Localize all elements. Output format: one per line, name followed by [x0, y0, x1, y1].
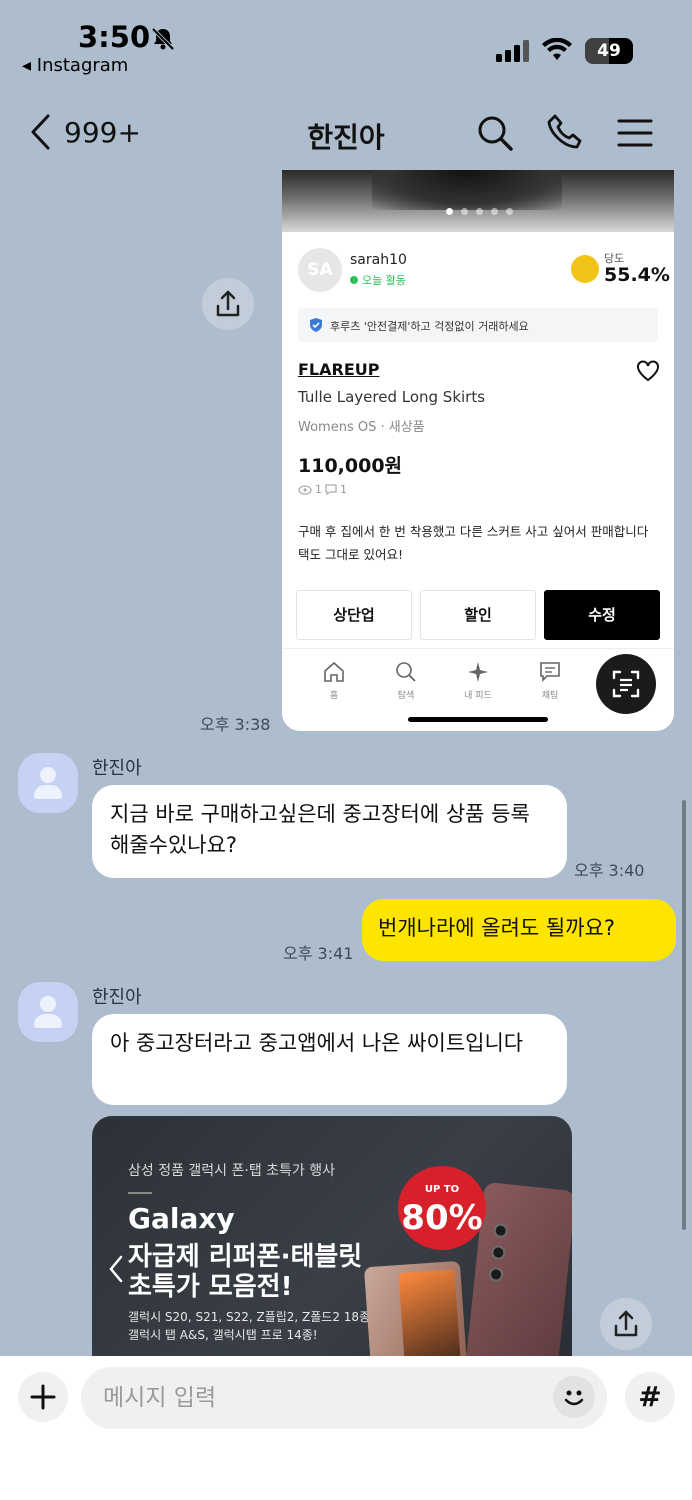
search-icon[interactable] — [476, 114, 514, 152]
received-message[interactable]: 아 중고장터라고 중고앱에서 나온 싸이트입니다 — [92, 1014, 567, 1105]
unread-count[interactable]: 999+ — [64, 116, 141, 149]
seller-activity: 오늘 활동 — [362, 274, 406, 287]
smiley-icon — [564, 1390, 584, 1406]
scan-text-icon — [612, 670, 640, 698]
seller-avatar: SA — [298, 248, 342, 292]
link-preview-card[interactable]: 삼성 정품 갤럭시 폰·탭 초특가 행사 Galaxy 자급제 리퍼폰·태블릿 … — [92, 1116, 572, 1376]
home-indicator — [408, 717, 548, 722]
scan-button — [596, 654, 656, 714]
nav-chat: 채팅 — [520, 660, 580, 701]
avatar[interactable] — [18, 982, 78, 1042]
sender-name: 한진아 — [92, 987, 142, 1008]
message-time: 오후 3:38 — [200, 715, 271, 734]
view-count: 1 — [315, 483, 322, 496]
battery-indicator: 49 — [585, 38, 633, 64]
safe-payment-text: 후루츠 '안전결제'하고 걱정없이 거래하세요 — [330, 320, 529, 333]
eye-icon — [298, 484, 312, 495]
promo-brand: Galaxy — [128, 1202, 235, 1235]
promo-headline-2: 초특가 모음전! — [128, 1272, 293, 1302]
status-time: 3:50 — [78, 20, 151, 54]
promo-detail-1: 갤럭시 S20, S21, S22, Z플립2, Z폴드2 18종! — [128, 1310, 375, 1324]
product-description: 구매 후 집에서 한 번 착용했고 다른 스커트 사고 싶어서 판매합니다 택도… — [298, 524, 649, 562]
nav-divider — [282, 648, 674, 649]
product-photo — [282, 170, 674, 232]
scrollbar[interactable] — [682, 800, 686, 1230]
avatar[interactable] — [18, 753, 78, 813]
hashtag-button[interactable]: # — [625, 1372, 675, 1422]
discount-button: 할인 — [420, 590, 536, 640]
shield-icon — [310, 318, 322, 332]
online-dot — [350, 276, 358, 284]
received-message[interactable]: 지금 바로 구매하고싶은데 중고장터에 상품 등록해줄수있나요? — [92, 785, 567, 878]
share-button[interactable] — [600, 1298, 652, 1350]
home-icon — [324, 661, 344, 682]
share-icon — [216, 290, 240, 317]
share-icon — [614, 1310, 638, 1337]
fruit-icon — [571, 255, 599, 283]
search-icon — [396, 662, 416, 682]
phone-call-icon[interactable] — [546, 113, 584, 151]
product-name: Tulle Layered Long Skirts — [298, 388, 486, 406]
nav-home: 홈 — [304, 660, 364, 701]
menu-icon[interactable] — [617, 118, 653, 148]
message-input[interactable] — [103, 1367, 543, 1429]
sender-name: 한진아 — [92, 758, 142, 779]
attach-button[interactable] — [18, 1372, 68, 1422]
bump-button: 상단업 — [296, 590, 412, 640]
nav-search: 탐색 — [376, 660, 436, 701]
comment-icon — [325, 484, 337, 495]
cellular-signal-icon — [496, 40, 529, 62]
share-button[interactable] — [202, 278, 254, 330]
message-field[interactable] — [81, 1367, 607, 1429]
product-price: 110,000원 — [298, 455, 403, 477]
promo-subtitle: 삼성 정품 갤럭시 폰·탭 초특가 행사 — [128, 1163, 336, 1179]
sweetness-value: 55.4% — [604, 264, 670, 286]
chat-icon — [540, 662, 560, 682]
edit-button: 수정 — [544, 590, 660, 640]
nav-feed: 내 피드 — [448, 660, 508, 701]
promo-divider — [128, 1192, 152, 1194]
back-chevron-icon[interactable] — [28, 112, 52, 152]
comment-count: 1 — [340, 483, 347, 496]
sent-message[interactable]: 번개나라에 올려도 될까요? — [362, 899, 676, 961]
plus-icon — [30, 1384, 56, 1410]
back-to-app-link[interactable]: ◂ Instagram — [22, 55, 128, 76]
wifi-icon — [542, 38, 572, 60]
emoji-button[interactable] — [553, 1376, 595, 1418]
chevron-left-icon[interactable] — [108, 1254, 124, 1284]
discount-badge: UP TO 80% — [398, 1166, 486, 1250]
sparkle-icon — [468, 662, 488, 682]
product-category: Womens OS · 새상품 — [298, 420, 425, 435]
promo-detail-2: 갤럭시 탭 A&S, 갤럭시탭 프로 14종! — [128, 1328, 318, 1342]
image-pager-dots — [446, 208, 513, 215]
shared-post-screenshot[interactable]: SA sarah10 오늘 활동 당도 55.4% 후루츠 '안전결제'하고 걱… — [282, 170, 674, 731]
bell-muted-icon — [151, 27, 175, 51]
brand-name: FLAREUP — [298, 360, 380, 379]
heart-icon — [637, 360, 659, 382]
message-time: 오후 3:41 — [283, 944, 354, 963]
message-time: 오후 3:40 — [574, 861, 645, 880]
seller-name: sarah10 — [350, 252, 407, 268]
product-stats: 1 1 — [298, 483, 347, 496]
